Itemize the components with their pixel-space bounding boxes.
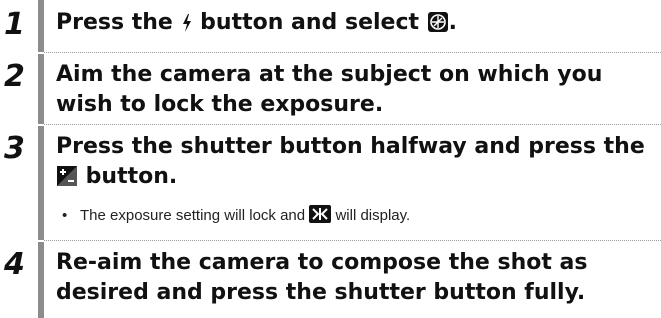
step-line: wish to lock the exposure. — [56, 92, 384, 117]
flash-icon — [181, 12, 193, 42]
note-text: will display. — [331, 207, 411, 224]
divider — [44, 124, 661, 125]
bullet: • — [62, 207, 68, 224]
step-text-part: button. — [78, 164, 178, 189]
step-line: Press the shutter button halfway and pre… — [56, 134, 645, 159]
step-number: 1 — [4, 7, 25, 42]
divider — [44, 52, 661, 53]
step-2: 2 Aim the camera at the subject on which… — [0, 54, 661, 124]
step-4: 4 Re-aim the camera to compose the shot … — [0, 242, 661, 318]
note-text: The exposure setting will lock and — [80, 207, 310, 224]
step-text-part: . — [448, 10, 458, 35]
step-text-part: button and select — [192, 10, 427, 35]
step-bar — [38, 0, 44, 52]
step-bar — [38, 54, 44, 124]
step-line: desired and press the shutter button ful… — [56, 280, 586, 305]
step-text: Re-aim the camera to compose the shot as… — [56, 248, 656, 308]
step-bar — [38, 242, 44, 318]
step-text: Aim the camera at the subject on which y… — [56, 60, 656, 120]
exposure-compensation-icon — [56, 165, 78, 196]
step-number: 2 — [4, 59, 25, 94]
step-number: 4 — [4, 247, 25, 282]
step-number: 3 — [4, 131, 25, 166]
step-text: Press the shutter button halfway and pre… — [56, 132, 656, 196]
step-bar — [38, 126, 44, 240]
ael-indicator-icon — [309, 204, 332, 230]
step-line: Re-aim the camera to compose the shot as — [56, 250, 588, 275]
step-note: • The exposure setting will lock and will… — [62, 204, 410, 230]
divider — [44, 240, 661, 241]
exposure-lock-mode-icon — [427, 11, 449, 42]
step-text-part: Press the — [56, 10, 181, 35]
step-line: button. — [56, 162, 656, 196]
step-text: Press the button and select . — [56, 8, 656, 42]
step-3: 3 Press the shutter button halfway and p… — [0, 126, 661, 240]
step-1: 1 Press the button and select . — [0, 0, 661, 52]
step-line: Aim the camera at the subject on which y… — [56, 62, 603, 87]
